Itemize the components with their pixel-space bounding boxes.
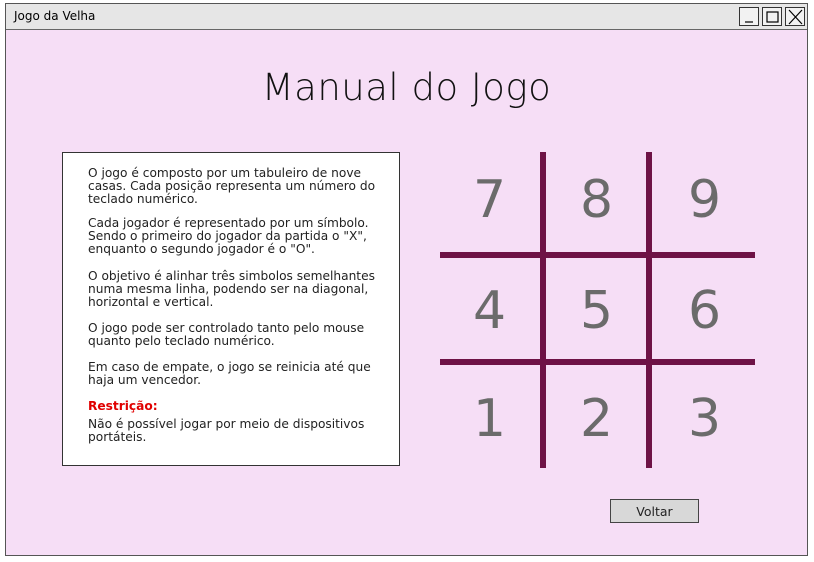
- back-button[interactable]: Voltar: [610, 499, 699, 523]
- board-cell-3: 3: [687, 388, 722, 449]
- manual-paragraph-board: O jogo é composto por um tabuleiro de no…: [88, 166, 376, 206]
- board-cell-7: 7: [472, 169, 507, 230]
- board-cell-1: 1: [472, 388, 507, 449]
- manual-paragraph-objective: O objetivo é alinhar três simbolos semel…: [88, 269, 375, 309]
- minimize-button[interactable]: [739, 7, 759, 26]
- close-button[interactable]: [785, 7, 805, 26]
- restriction-label: Restrição:: [88, 399, 158, 413]
- minimize-icon: [745, 21, 753, 23]
- board-cell-4: 4: [472, 280, 507, 341]
- close-icon: [788, 9, 803, 25]
- maximize-button[interactable]: [762, 7, 782, 26]
- board-cell-9: 9: [687, 169, 722, 230]
- manual-panel: O jogo é composto por um tabuleiro de no…: [62, 152, 400, 466]
- maximize-icon: [766, 11, 779, 23]
- manual-paragraph-players: Cada jogador é representado por um símbo…: [88, 216, 369, 256]
- app-window: Jogo da Velha Manual do Jogo O jogo é co…: [5, 3, 808, 556]
- keypad-board: 7 8 9 4 5 6 1 2 3: [440, 152, 755, 468]
- board-cell-6: 6: [687, 280, 722, 341]
- window-title: Jogo da Velha: [14, 9, 96, 23]
- title-bar: Jogo da Velha: [6, 4, 807, 30]
- manual-paragraph-controls: O jogo pode ser controlado tanto pelo mo…: [88, 321, 365, 348]
- board-cell-5: 5: [579, 280, 614, 341]
- restriction-text: Não é possível jogar por meio de disposi…: [88, 417, 365, 444]
- page-title: Manual do Jogo: [261, 66, 552, 109]
- board-cell-2: 2: [579, 388, 614, 449]
- board-cell-8: 8: [579, 169, 614, 230]
- manual-paragraph-draw: Em caso de empate, o jogo se reinicia at…: [88, 360, 371, 387]
